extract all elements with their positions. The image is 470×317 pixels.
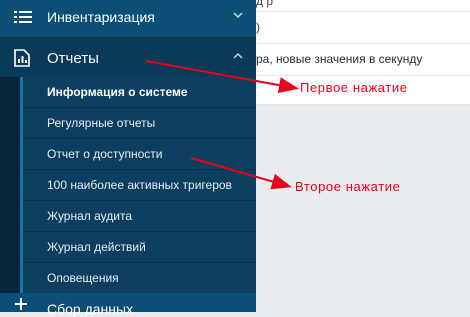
arrow-first-click bbox=[145, 60, 299, 94]
annotation-second-click: Второе нажатие bbox=[295, 179, 401, 194]
arrow-second-click bbox=[190, 157, 292, 190]
annotation-first-click: Первое нажатие bbox=[300, 80, 408, 95]
annotation-arrows bbox=[145, 60, 299, 190]
